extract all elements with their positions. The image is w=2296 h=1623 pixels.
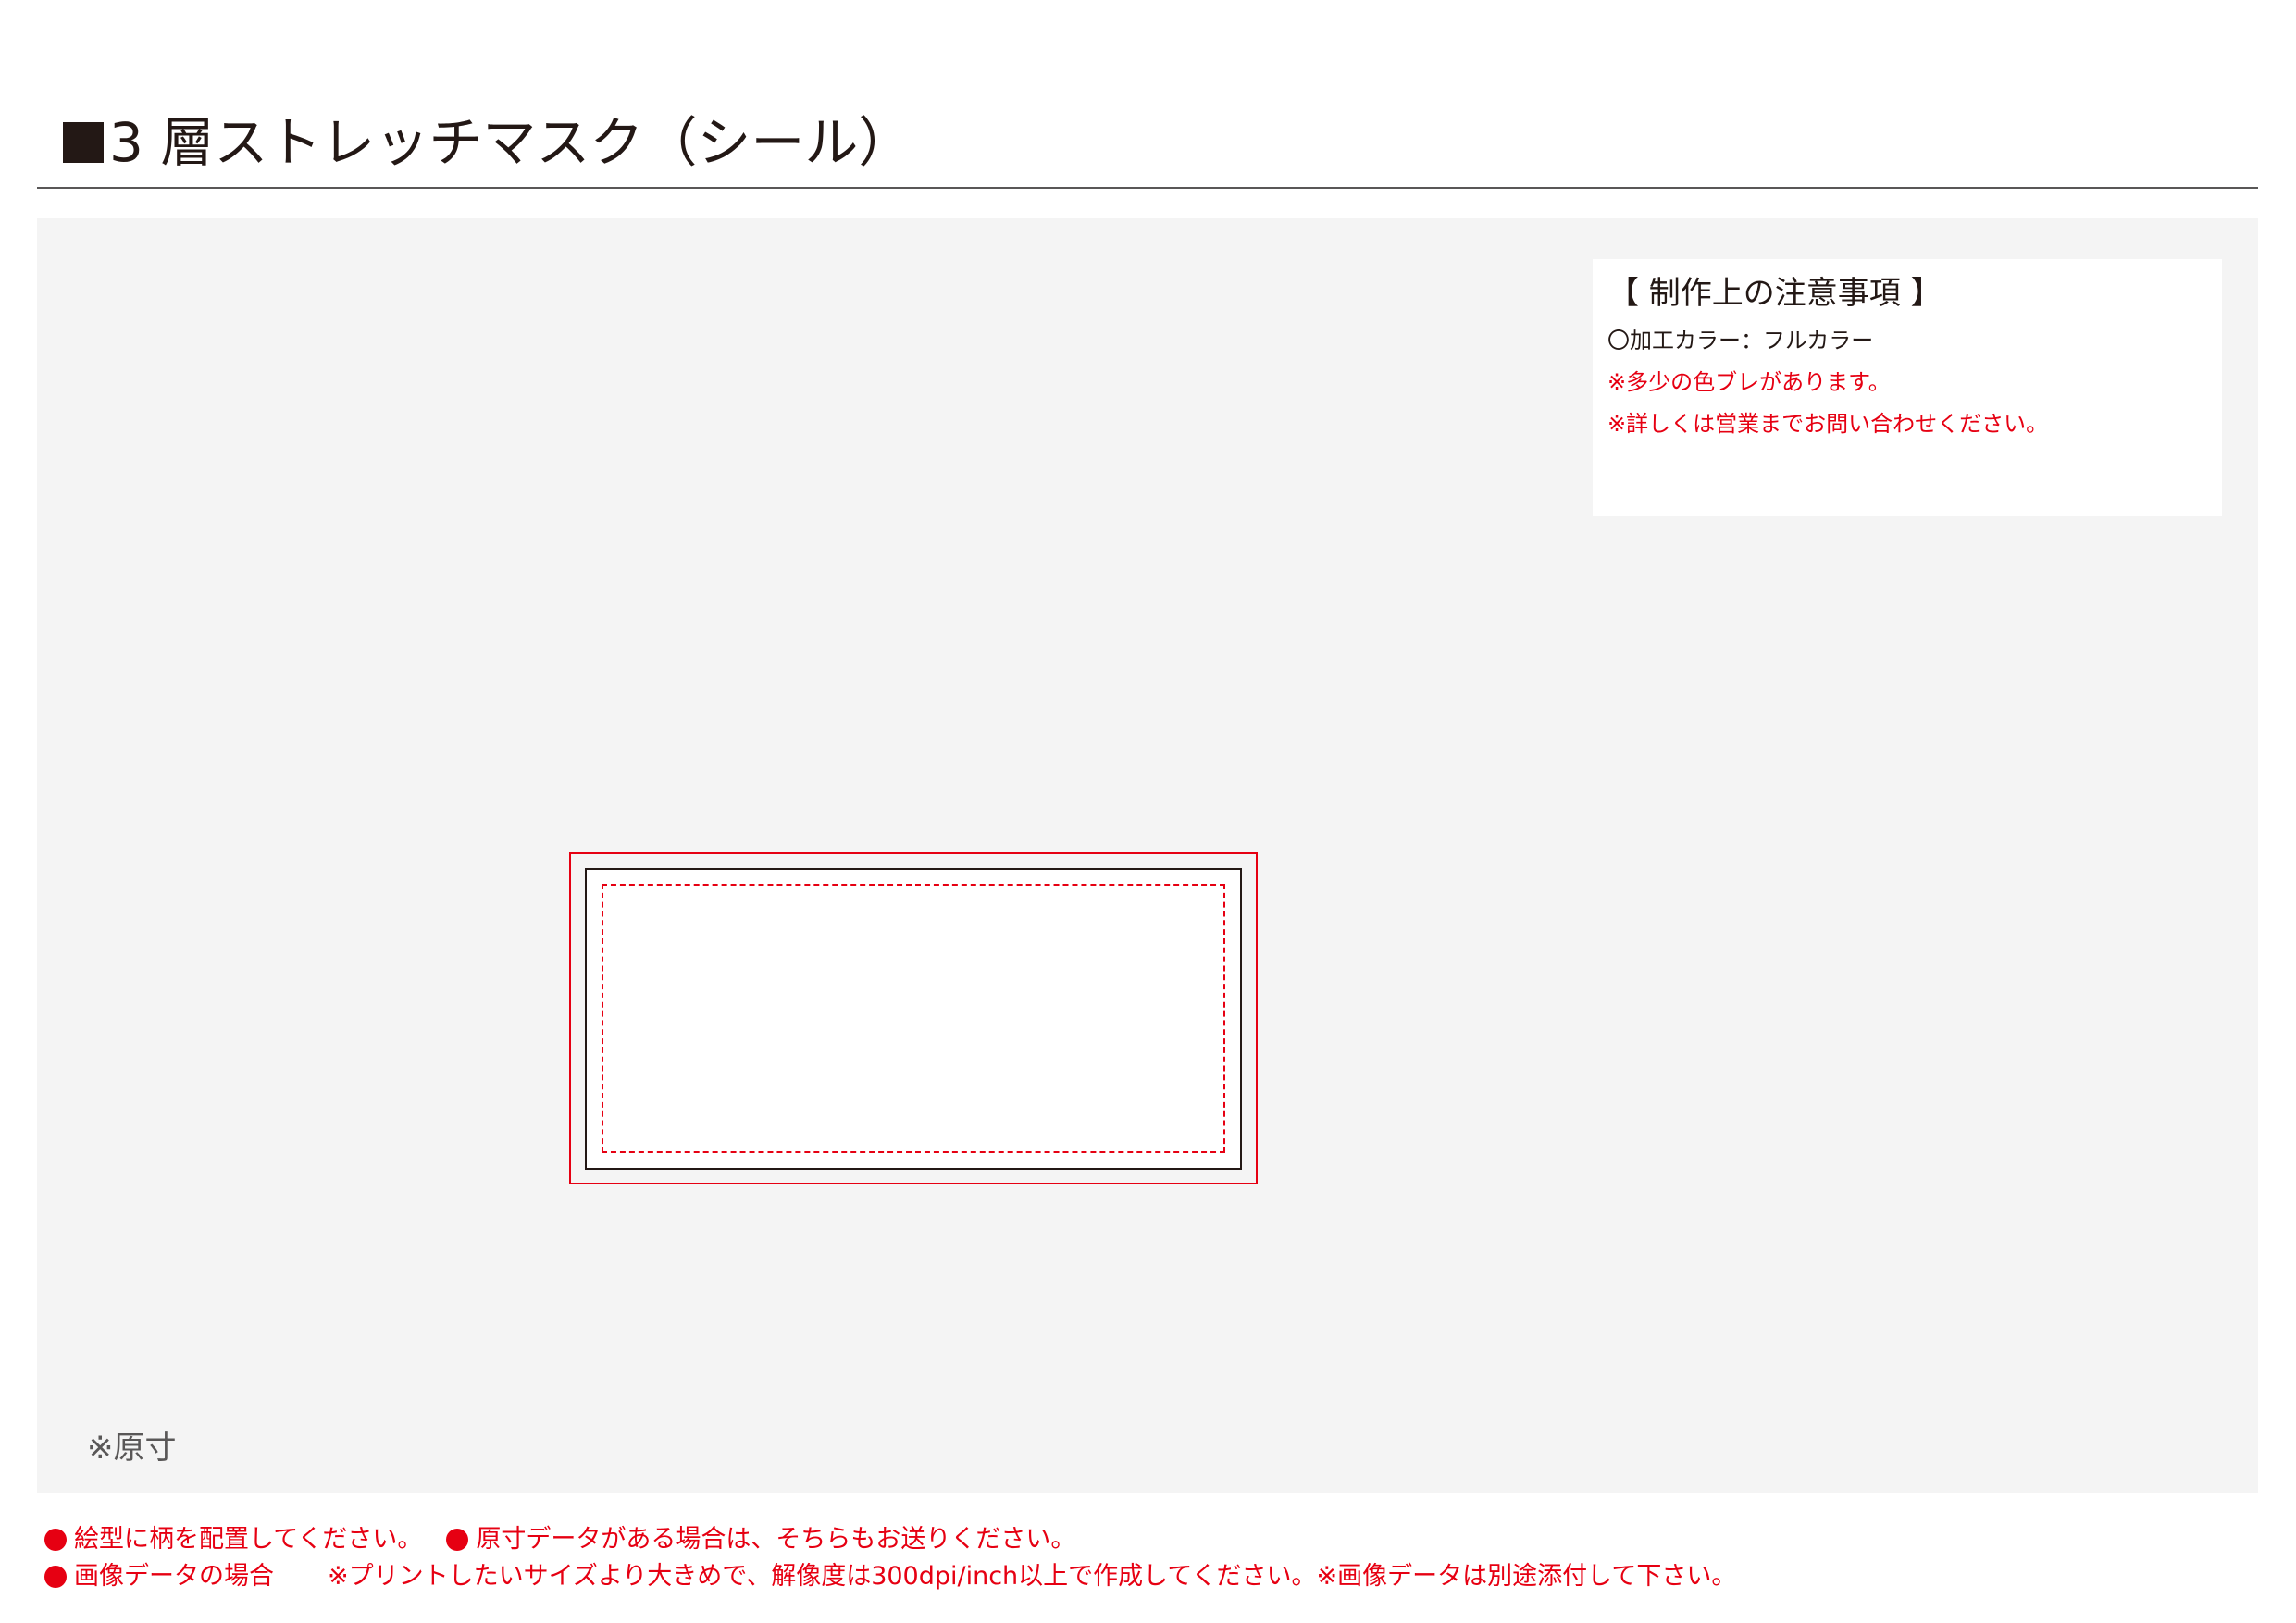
color-variation-warning: ※多少の色ブレがあります。 — [1607, 369, 1891, 395]
title-divider — [37, 187, 2258, 189]
red-bullet-icon — [44, 1565, 67, 1588]
contact-sales-note: ※詳しくは営業までお問い合わせください。 — [1607, 411, 2049, 437]
red-bullet-icon — [446, 1528, 469, 1551]
page-title-text: 3 層ストレッチマスク（シール） — [109, 111, 912, 174]
square-bullet-icon — [63, 122, 104, 163]
actual-size-note: ※原寸 — [87, 1430, 177, 1467]
production-notes-panel: 【 制作上の注意事項 】 〇加工カラー：フルカラー ※多少の色ブレがあります。 … — [1593, 259, 2222, 516]
safe-area-outline — [602, 884, 1225, 1153]
image-data-instruction: ※プリントしたいサイズより大きめで、解像度は300dpi/inch以上で作成して… — [328, 1562, 1737, 1591]
footer-instructions-line-1: 絵型に柄を配置してください。 原寸データがある場合は、そちらもお送りください。 — [44, 1527, 1075, 1552]
place-pattern-instruction: 絵型に柄を配置してください。 — [74, 1525, 423, 1554]
print-color-note: 〇加工カラー：フルカラー — [1607, 328, 1874, 353]
send-original-data-instruction: 原寸データがある場合は、そちらもお送りください。 — [476, 1525, 1076, 1554]
image-data-label: 画像データの場合 — [74, 1562, 274, 1591]
footer-instructions-line-2: 画像データの場合 ※プリントしたいサイズより大きめで、解像度は300dpi/in… — [44, 1564, 1736, 1589]
red-bullet-icon — [44, 1528, 67, 1551]
page-title: 3 層ストレッチマスク（シール） — [63, 104, 912, 181]
production-notes-heading: 【 制作上の注意事項 】 — [1607, 275, 1942, 312]
